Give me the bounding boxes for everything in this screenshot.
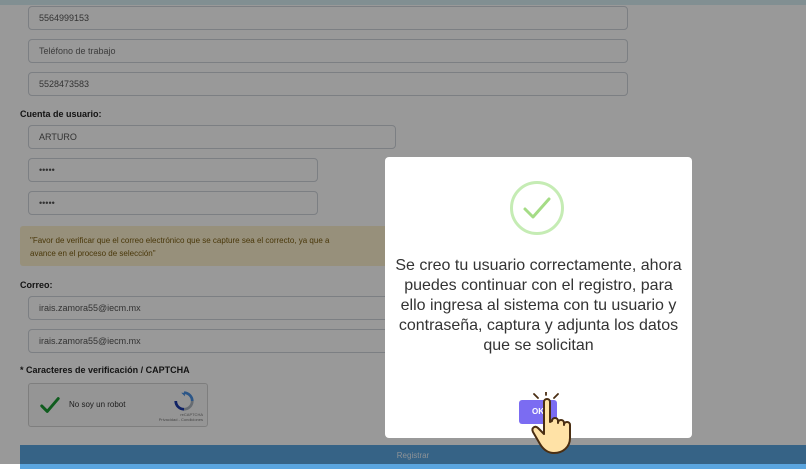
success-checkmark xyxy=(523,197,551,219)
dialog-message: Se creo tu usuario correctamente, ahora … xyxy=(395,257,682,354)
success-check-icon xyxy=(510,181,564,235)
hand-pointer-icon xyxy=(531,392,571,454)
